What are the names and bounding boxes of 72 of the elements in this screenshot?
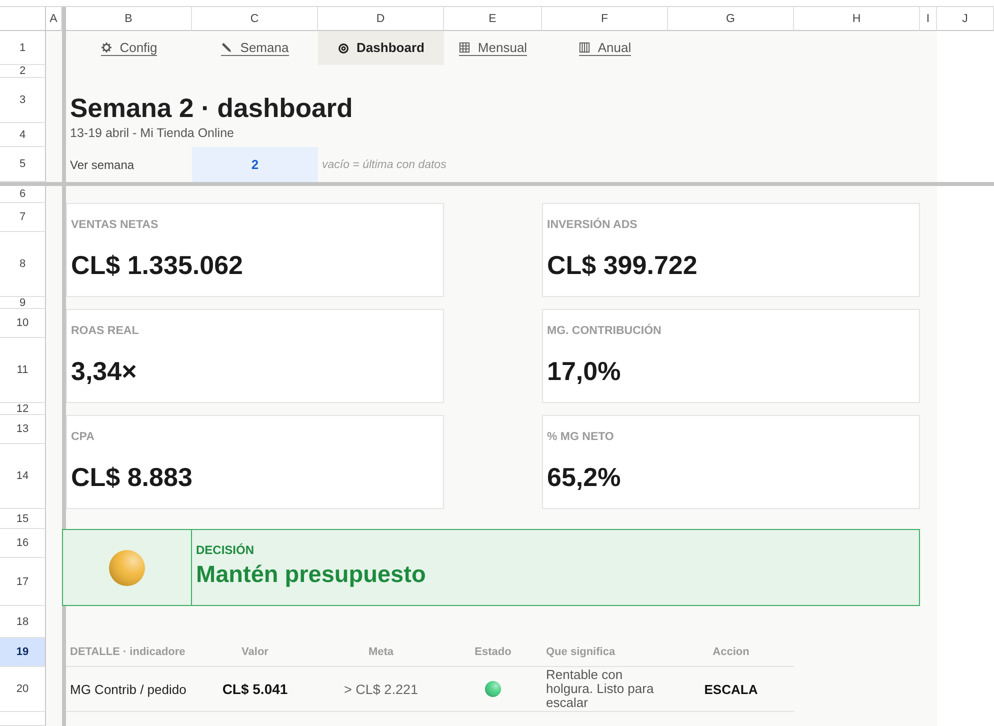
column-header[interactable]: A <box>46 7 62 31</box>
field-hint: vacío = última con datos <box>322 158 446 170</box>
table-header: Que significa <box>546 646 616 658</box>
row-header[interactable]: 1 <box>0 31 46 65</box>
grid-icon <box>458 42 470 53</box>
kpi-value: CL$ 1.335.062 <box>71 250 244 280</box>
column-header[interactable]: G <box>668 7 794 31</box>
nav-tab[interactable]: Mensual <box>458 40 528 56</box>
row-header[interactable]: 20 <box>0 667 46 712</box>
row-header[interactable]: 8 <box>0 232 46 297</box>
column-header[interactable]: F <box>542 7 668 31</box>
kpi-value: 3,34× <box>71 356 137 386</box>
week-field[interactable]: 2 <box>192 147 318 182</box>
action-label: ESCALA <box>704 682 758 696</box>
status-dot-icon <box>109 550 145 586</box>
row-header[interactable]: 2 <box>0 65 46 78</box>
indicator-name: MG Contrib / pedido <box>70 682 186 696</box>
metric-value: CL$ 5.041 <box>222 681 288 697</box>
kpi-label: % MG NETO <box>547 430 614 444</box>
table-header: DETALLE · indicadore <box>70 646 186 658</box>
row-header[interactable]: 11 <box>0 338 46 403</box>
kpi-value: CL$ 8.883 <box>71 462 192 492</box>
row-header[interactable]: 15 <box>0 509 46 529</box>
columns-icon <box>578 42 590 53</box>
kpi-label: CPA <box>71 430 94 444</box>
kpi-value: 17,0% <box>547 356 621 386</box>
row-header[interactable] <box>0 712 46 726</box>
row-header[interactable]: 3 <box>0 78 46 123</box>
kpi-label: VENTAS NETAS <box>71 218 158 232</box>
pencil-icon <box>221 42 232 53</box>
row-header[interactable]: 9 <box>0 297 46 309</box>
page-title: Semana 2 · dashboard <box>70 93 353 123</box>
page-subtitle: 13-19 abril - Mi Tienda Online <box>70 126 234 141</box>
column-header[interactable]: C <box>192 7 318 31</box>
row-header[interactable]: 4 <box>0 123 46 147</box>
row-header[interactable]: 16 <box>0 529 46 558</box>
column-header[interactable]: E <box>444 7 542 31</box>
nav-tab[interactable]: Dashboard <box>318 31 444 65</box>
nav-tab[interactable]: Config <box>100 40 158 56</box>
target-icon <box>338 42 349 54</box>
row-header[interactable]: 5 <box>0 147 46 182</box>
kpi-value: 65,2% <box>547 462 621 492</box>
table-header: Valor <box>242 646 268 658</box>
row-header[interactable]: 12 <box>0 403 46 415</box>
nav-tab[interactable]: Anual <box>578 40 632 56</box>
row-header[interactable]: 6 <box>0 186 46 203</box>
kpi-label: MG. CONTRIBUCIÓN <box>547 324 662 338</box>
kpi-value: CL$ 399.722 <box>547 250 698 280</box>
table-header: Meta <box>368 646 394 658</box>
row-header[interactable]: 7 <box>0 203 46 232</box>
table-header: Accion <box>712 646 750 658</box>
meaning-text: Rentable con holgura. Listo para escalar <box>546 668 655 710</box>
row-header[interactable]: 14 <box>0 444 46 509</box>
column-header[interactable]: B <box>66 7 192 31</box>
row-header[interactable]: 10 <box>0 309 46 338</box>
decision-text: Mantén presupuesto <box>196 561 426 588</box>
row-header[interactable]: 13 <box>0 415 46 444</box>
column-header[interactable]: I <box>920 7 937 31</box>
table-header: Estado <box>474 646 512 658</box>
column-header[interactable]: J <box>937 7 994 31</box>
kpi-label: INVERSIÓN ADS <box>547 218 638 232</box>
select-all-corner[interactable] <box>0 7 46 31</box>
column-header[interactable]: H <box>794 7 920 31</box>
nav-tab[interactable]: Semana <box>221 40 289 56</box>
decision-label: DECISIÓN <box>196 543 254 557</box>
target-value: > CL$ 2.221 <box>344 682 418 696</box>
row-header[interactable]: 19 <box>0 638 46 667</box>
gear-icon <box>100 42 112 53</box>
field-label: Ver semana <box>70 158 134 172</box>
kpi-label: ROAS REAL <box>71 324 139 338</box>
row-header[interactable]: 17 <box>0 558 46 606</box>
status-dot-icon <box>485 681 501 697</box>
